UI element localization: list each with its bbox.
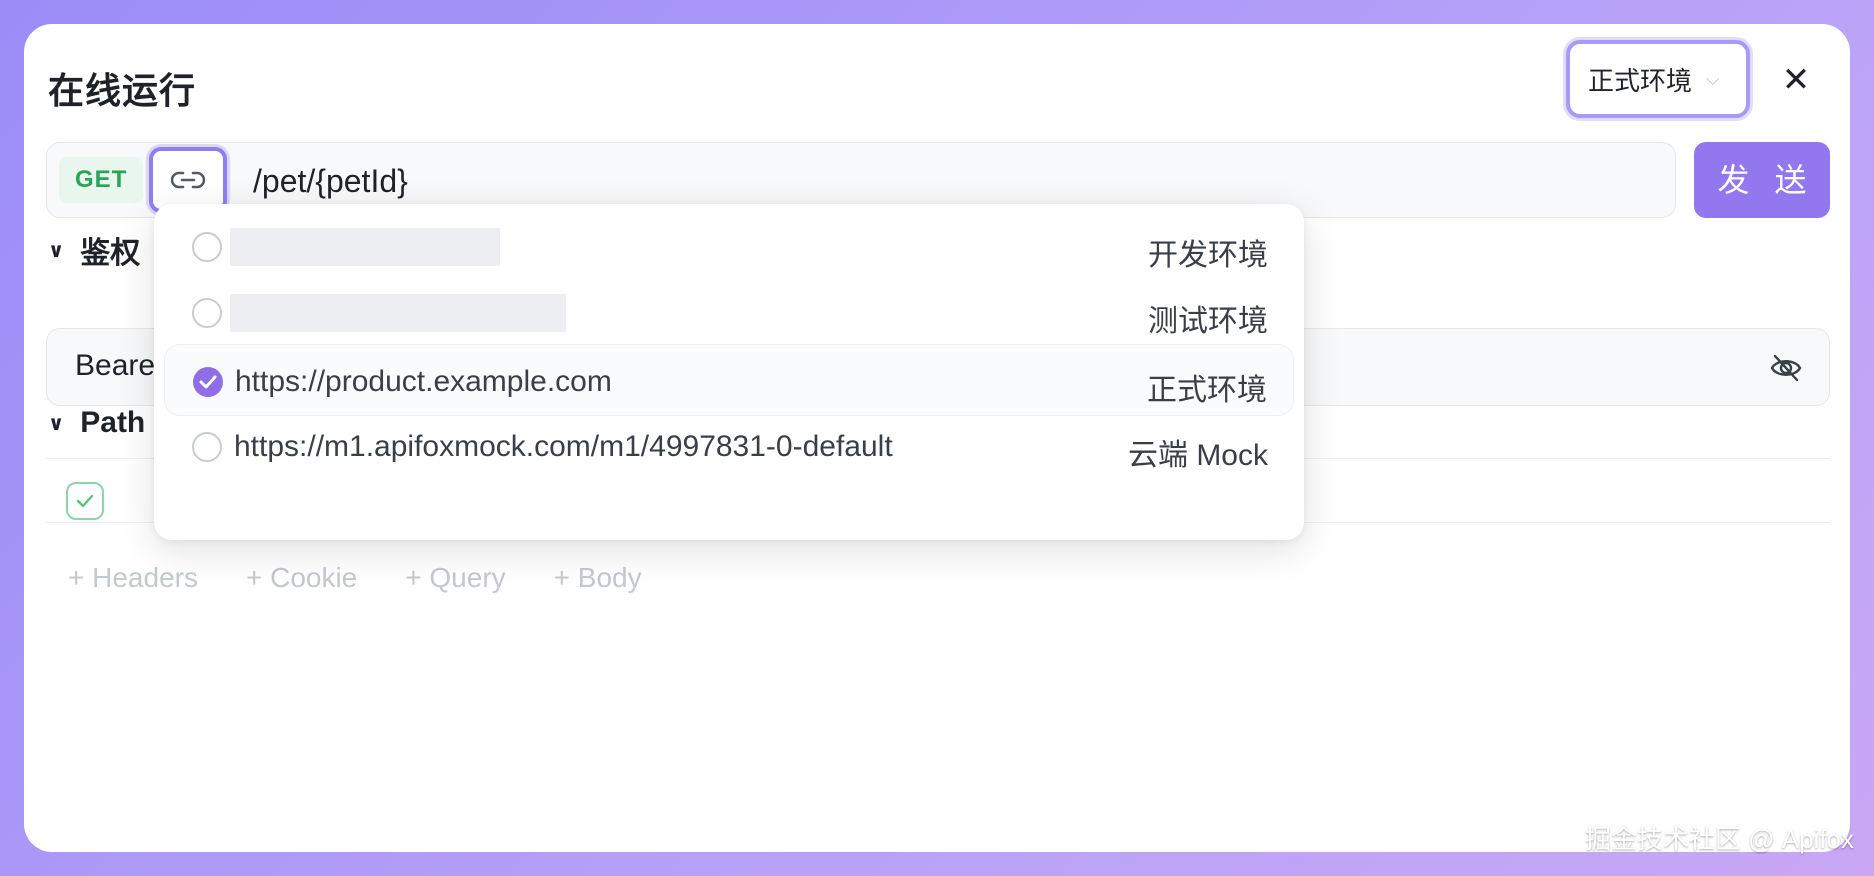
env-option-url: https://m1.apifoxmock.com/m1/4997831-0-d… [234, 430, 893, 463]
radio-button[interactable] [192, 298, 222, 328]
link-icon [171, 171, 205, 189]
close-button[interactable]: ✕ [1776, 60, 1816, 100]
chevron-down-icon: ∨ [48, 239, 65, 262]
env-option-url: https://product.example.com [235, 365, 612, 398]
env-option-label: 开发环境 [1148, 239, 1268, 272]
add-body-link[interactable]: + Body [554, 562, 642, 594]
close-icon: ✕ [1781, 61, 1811, 99]
environment-select-value: 正式环境 [1588, 65, 1693, 96]
watermark: 掘金技术社区 @ Apifox [1584, 824, 1854, 854]
check-icon [199, 375, 217, 389]
auth-section-header[interactable]: ∨ 鉴权 [48, 228, 140, 272]
env-option-test[interactable]: 测试环境 [164, 276, 1294, 348]
http-method-badge[interactable]: GET [59, 157, 144, 203]
online-run-panel: 在线运行 正式环境 ⌵ ✕ GET /pet/{petId} 发 送 ∨ 鉴权 … [24, 24, 1850, 852]
add-query-link[interactable]: + Query [405, 562, 505, 594]
env-option-label: 正式环境 [1147, 374, 1267, 407]
path-section-title: Path [80, 406, 146, 439]
add-headers-link[interactable]: + Headers [68, 562, 198, 594]
base-url-dropdown: 开发环境 测试环境 https://product.example.com 正式… [154, 204, 1304, 540]
env-option-label: 云端 Mock [1127, 439, 1268, 472]
chevron-down-icon: ⌵ [1706, 68, 1720, 89]
environment-select[interactable]: 正式环境 ⌵ [1566, 40, 1750, 118]
env-option-mock[interactable]: https://m1.apifoxmock.com/m1/4997831-0-d… [164, 410, 1294, 482]
request-path[interactable]: /pet/{petId} [253, 159, 408, 203]
path-section-header[interactable]: ∨ Path [48, 406, 145, 440]
auth-token-value: Beare [75, 349, 156, 382]
auth-section-title: 鉴权 [80, 237, 141, 270]
chevron-down-icon: ∨ [48, 412, 65, 435]
check-icon [76, 494, 94, 508]
add-cookie-link[interactable]: + Cookie [246, 562, 357, 594]
radio-button[interactable] [192, 232, 222, 262]
env-option-prod[interactable]: https://product.example.com 正式环境 [164, 344, 1294, 416]
env-option-label: 测试环境 [1148, 305, 1268, 338]
radio-button-checked[interactable] [193, 367, 223, 397]
env-option-dev[interactable]: 开发环境 [164, 210, 1294, 282]
add-param-links: + Headers + Cookie + Query + Body [68, 562, 642, 594]
redacted-url [230, 294, 566, 332]
radio-button[interactable] [192, 432, 222, 462]
redacted-url [230, 228, 500, 266]
panel-title: 在线运行 [48, 70, 197, 111]
eye-off-icon[interactable] [1769, 351, 1803, 385]
param-enable-checkbox[interactable] [66, 482, 104, 520]
send-button[interactable]: 发 送 [1694, 142, 1830, 218]
